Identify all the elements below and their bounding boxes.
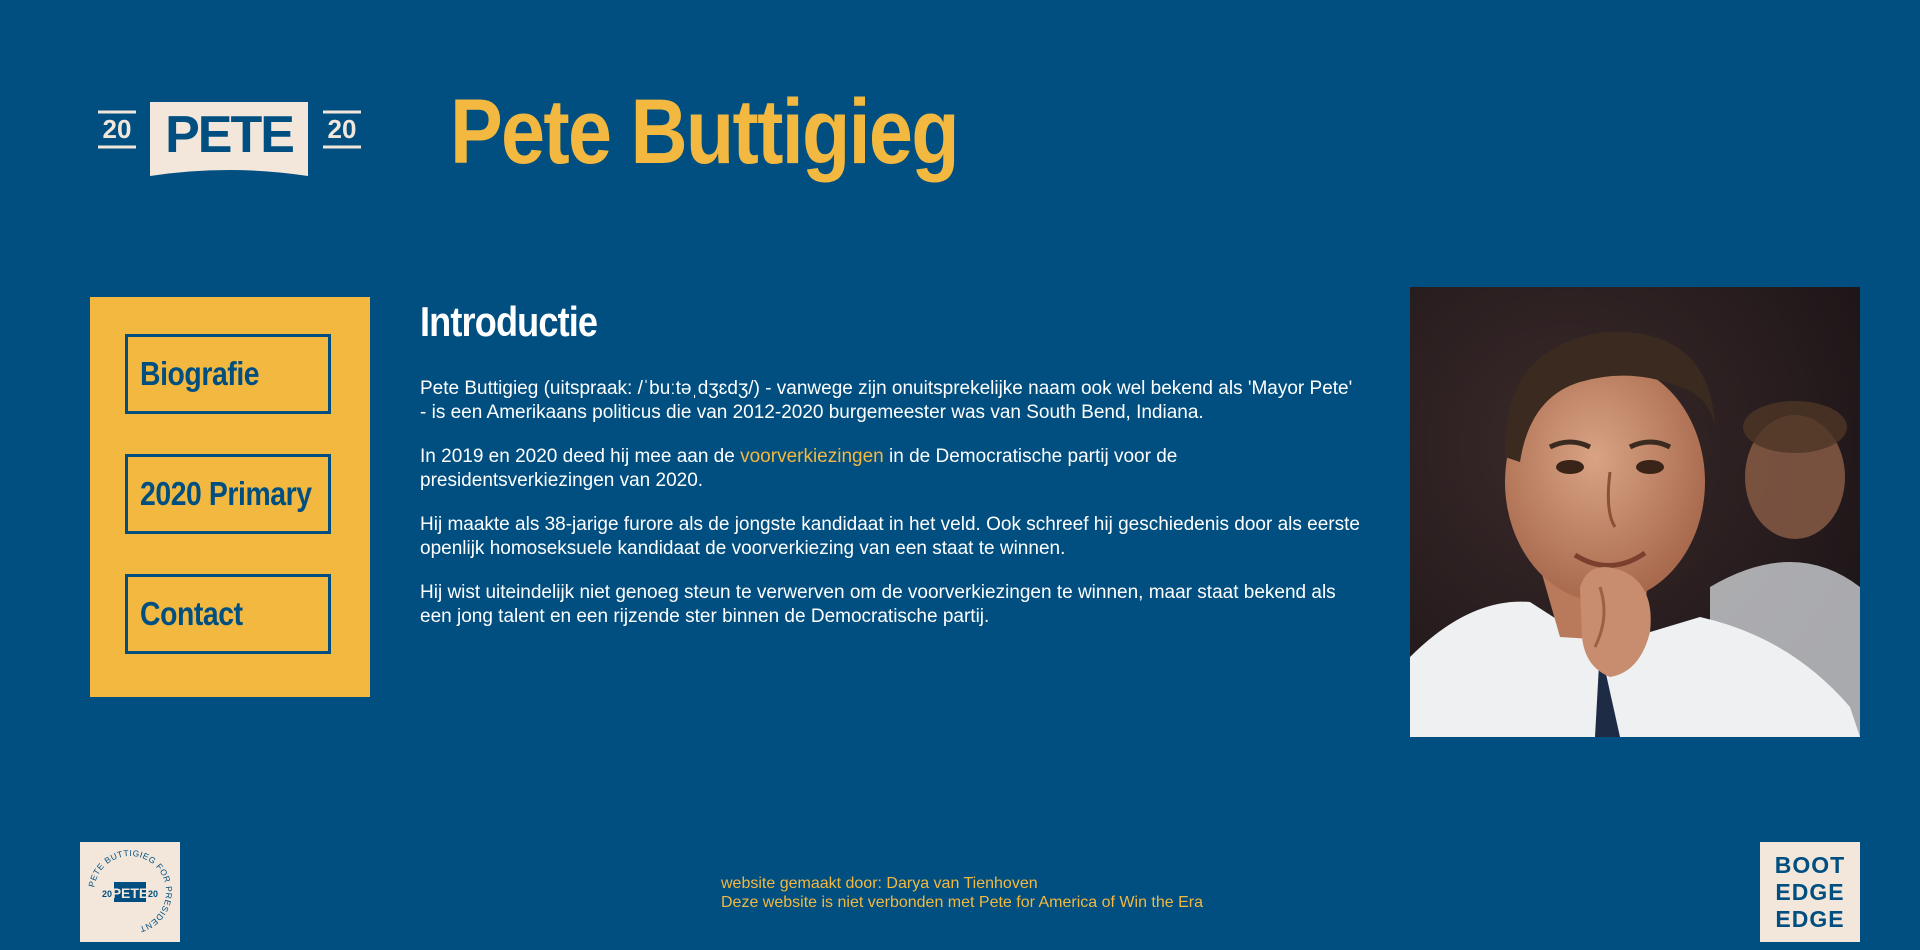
boot-edge-edge-line: EDGE — [1775, 905, 1845, 932]
logo-left-year: 20 — [98, 110, 136, 149]
svg-text:20: 20 — [103, 114, 132, 144]
svg-text:20: 20 — [148, 889, 158, 899]
intro-paragraph: Pete Buttigieg (uitspraak: /ˈbuːtəˌdʒɛdʒ… — [420, 378, 1353, 423]
section-heading: Introductie — [420, 298, 598, 345]
footer-text: website gemaakt door: Darya van Tienhove… — [721, 874, 1203, 912]
intro-text: Pete Buttigieg (uitspraak: /ˈbuːtəˌdʒɛdʒ… — [420, 377, 1360, 649]
nav-item-label: 2020 Primary — [140, 475, 312, 512]
nav-item-2020-primary[interactable]: 2020 Primary — [125, 454, 331, 534]
intro-paragraph: In 2019 en 2020 deed hij mee aan de voor… — [420, 446, 1178, 491]
sidebar-nav: Biografie 2020 Primary Contact — [90, 297, 370, 697]
nav-item-biografie[interactable]: Biografie — [125, 334, 331, 414]
nav-item-contact[interactable]: Contact — [125, 574, 331, 654]
svg-text:20: 20 — [102, 889, 112, 899]
logo-name: PETE — [165, 106, 293, 164]
footer-credit: website gemaakt door: Darya van Tienhove… — [721, 875, 1038, 892]
svg-text:PETE: PETE — [112, 885, 149, 901]
nav-item-label: Biografie — [140, 355, 260, 392]
portrait-photo — [1410, 287, 1860, 737]
boot-edge-edge-line: EDGE — [1775, 878, 1845, 905]
nav-item-label: Contact — [140, 595, 243, 632]
intro-paragraph: Hij wist uiteindelijk niet genoeg steun … — [420, 582, 1336, 627]
campaign-badge-logo[interactable]: PETE BUTTIGIEG FOR PRESIDENT 20 PETE 20 — [80, 842, 180, 942]
intro-paragraph: Hij maakte als 38-jarige furore als de j… — [420, 514, 1360, 559]
site-title: Pete Buttigieg — [450, 81, 960, 183]
logo-right-year: 20 — [323, 110, 361, 149]
pete-2020-logo[interactable]: 20 PETE 20 — [98, 100, 363, 176]
primaries-link[interactable]: voorverkiezingen — [740, 446, 884, 467]
boot-edge-edge-logo[interactable]: BOOT EDGE EDGE — [1760, 842, 1860, 942]
boot-edge-edge-line: BOOT — [1774, 851, 1846, 878]
svg-text:20: 20 — [328, 114, 357, 144]
footer-disclaimer: Deze website is niet verbonden met Pete … — [721, 894, 1204, 911]
